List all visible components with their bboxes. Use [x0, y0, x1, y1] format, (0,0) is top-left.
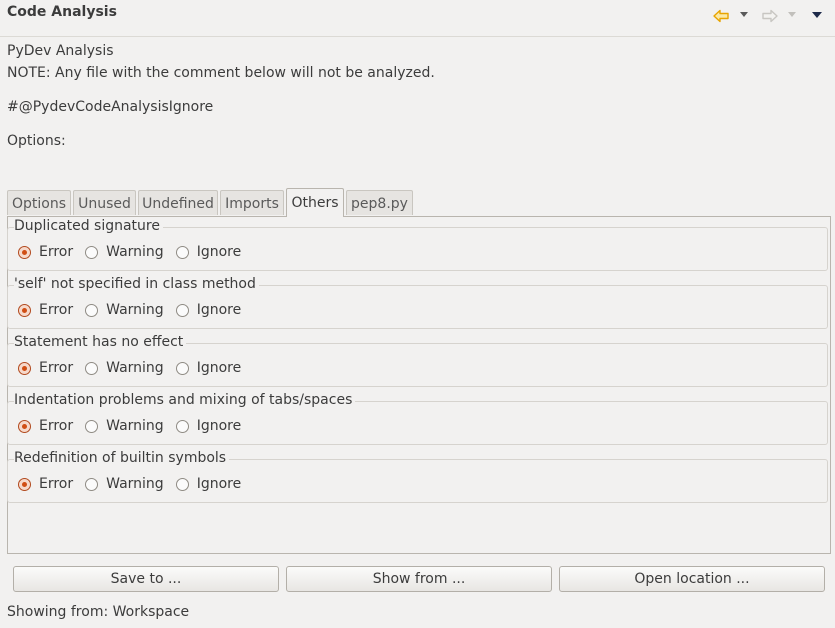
tab-undefined[interactable]: Undefined [138, 190, 218, 215]
radio-indicator[interactable] [175, 361, 189, 375]
radio-error[interactable]: Error [18, 302, 73, 318]
group-label: Indentation problems and mixing of tabs/… [14, 392, 356, 408]
radio-indicator[interactable] [175, 477, 189, 491]
tab-unused[interactable]: Unused [73, 190, 136, 215]
show-from-button[interactable]: Show from ... [286, 566, 552, 592]
view-title: Code Analysis [7, 4, 117, 20]
radio-warning[interactable]: Warning [85, 476, 164, 492]
radio-label: Ignore [196, 418, 242, 434]
radio-warning[interactable]: Warning [85, 360, 164, 376]
radio-label: Error [39, 244, 74, 260]
radio-label: Ignore [196, 244, 242, 260]
radio-label: Error [39, 360, 74, 376]
radio-label: Warning [106, 360, 164, 376]
radio-indicator[interactable] [175, 419, 189, 433]
analysis-heading: PyDev Analysis [7, 43, 114, 59]
view-header: Code Analysis [0, 0, 835, 37]
radio-indicator[interactable] [85, 361, 99, 375]
group-label: Redefinition of builtin symbols [14, 450, 230, 466]
radio-row: Error Warning Ignore [18, 417, 253, 435]
radio-ignore[interactable]: Ignore [175, 244, 242, 260]
radio-indicator[interactable] [175, 245, 189, 259]
tab-options[interactable]: Options [7, 190, 71, 215]
status-text: Showing from: Workspace [7, 604, 190, 620]
radio-warning[interactable]: Warning [85, 418, 164, 434]
view-menu-icon[interactable] [812, 12, 822, 18]
radio-warning[interactable]: Warning [85, 302, 164, 318]
tab-imports[interactable]: Imports [220, 190, 284, 215]
forward-history-chevron-down-icon[interactable] [788, 12, 796, 17]
radio-label: Ignore [196, 302, 242, 318]
radio-ignore[interactable]: Ignore [175, 302, 242, 318]
radio-label: Error [39, 418, 74, 434]
radio-ignore[interactable]: Ignore [175, 360, 242, 376]
radio-label: Ignore [196, 476, 242, 492]
radio-indicator[interactable] [85, 419, 99, 433]
radio-error[interactable]: Error [18, 418, 73, 434]
group-label: Statement has no effect [14, 334, 187, 350]
radio-indicator[interactable] [85, 477, 99, 491]
ignore-note: NOTE: Any file with the comment below wi… [7, 65, 435, 81]
back-history-chevron-down-icon[interactable] [740, 12, 748, 17]
radio-row: Error Warning Ignore [18, 243, 253, 261]
back-arrow-icon[interactable] [711, 6, 731, 26]
tab-pep8[interactable]: pep8.py [346, 190, 413, 215]
ignore-comment: #@PydevCodeAnalysisIgnore [7, 99, 214, 115]
radio-indicator[interactable] [175, 303, 189, 317]
radio-error[interactable]: Error [18, 244, 73, 260]
radio-indicator[interactable] [18, 361, 31, 375]
save-to-button[interactable]: Save to ... [13, 566, 279, 592]
forward-arrow-icon[interactable] [760, 6, 780, 26]
open-location-button[interactable]: Open location ... [559, 566, 825, 592]
radio-indicator[interactable] [85, 303, 99, 317]
radio-error[interactable]: Error [18, 476, 73, 492]
radio-label: Warning [106, 418, 164, 434]
group-label: Duplicated signature [14, 218, 163, 234]
options-label: Options: [7, 133, 66, 149]
radio-ignore[interactable]: Ignore [175, 418, 242, 434]
radio-label: Error [39, 302, 74, 318]
radio-error[interactable]: Error [18, 360, 73, 376]
radio-label: Warning [106, 476, 164, 492]
radio-indicator[interactable] [18, 477, 31, 491]
radio-label: Warning [106, 244, 164, 260]
radio-label: Ignore [196, 360, 242, 376]
radio-indicator[interactable] [18, 245, 31, 259]
radio-ignore[interactable]: Ignore [175, 476, 242, 492]
tab-others[interactable]: Others [286, 188, 344, 217]
radio-row: Error Warning Ignore [18, 475, 253, 493]
radio-row: Error Warning Ignore [18, 301, 253, 319]
radio-warning[interactable]: Warning [85, 244, 164, 260]
radio-indicator[interactable] [18, 419, 31, 433]
group-label: 'self' not specified in class method [14, 276, 259, 292]
radio-label: Error [39, 476, 74, 492]
radio-row: Error Warning Ignore [18, 359, 253, 377]
radio-indicator[interactable] [18, 303, 31, 317]
radio-label: Warning [106, 302, 164, 318]
radio-indicator[interactable] [85, 245, 99, 259]
